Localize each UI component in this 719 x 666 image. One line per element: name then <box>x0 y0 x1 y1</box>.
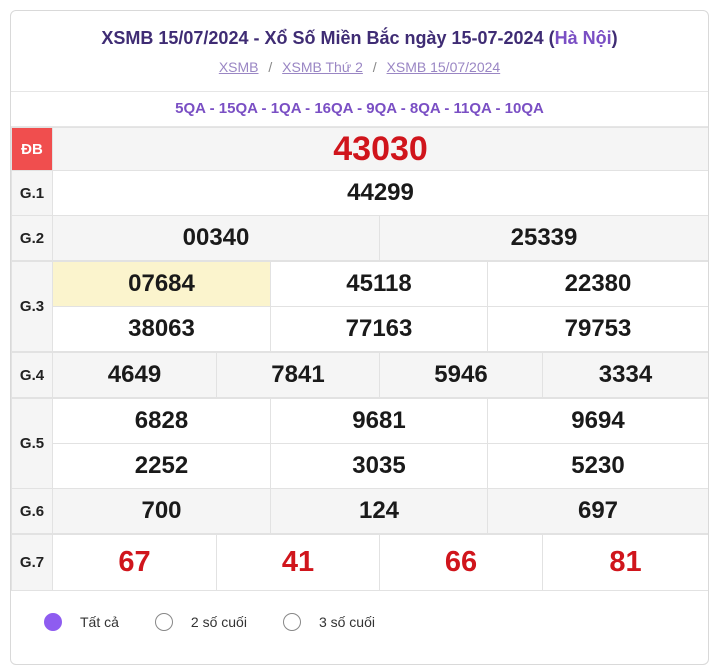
filter-option-last-3[interactable]: 3 số cuối <box>282 613 375 631</box>
prize-label-g5: G.5 <box>11 398 53 489</box>
special-prize-number: 43030 <box>51 127 708 171</box>
prize-number: 5230 <box>487 443 708 489</box>
prize-label-db: ĐB <box>11 127 53 171</box>
results-table-3col: G.3 07684 45118 22380 38063 77163 79753 <box>11 261 708 352</box>
prize-number: 3334 <box>542 352 708 398</box>
breadcrumb-separator: / <box>268 59 273 75</box>
prize-number: 79753 <box>487 306 708 352</box>
breadcrumb-link-date[interactable]: XSMB 15/07/2024 <box>387 59 501 75</box>
prize-number: 22380 <box>487 261 708 307</box>
prize-number: 38063 <box>52 306 271 352</box>
page-title: XSMB 15/07/2024 - Xổ Số Miền Bắc ngày 15… <box>11 11 708 49</box>
radio-icon[interactable] <box>282 613 301 631</box>
prize-row-g3: G.3 07684 45118 22380 <box>11 261 708 352</box>
prize-label-g2: G.2 <box>11 215 53 261</box>
title-paren-close: ) <box>611 28 618 48</box>
prize-number: 700 <box>52 488 271 534</box>
prize-row-g5: G.5 6828 9681 9694 <box>11 398 708 489</box>
filter-option-last-2[interactable]: 2 số cuối <box>154 613 247 631</box>
title-province-link[interactable]: Hà Nội <box>555 28 612 48</box>
filter-option-all[interactable]: Tất cả <box>44 613 119 631</box>
prize-number: 697 <box>487 488 708 534</box>
radio-icon[interactable] <box>154 613 173 631</box>
prize-number: 41 <box>216 534 380 591</box>
prize-row-g2: G.2 00340 25339 <box>11 215 708 261</box>
breadcrumb-separator: / <box>372 59 377 75</box>
results-table-3col-b: G.5 6828 9681 9694 2252 3035 5230 G.6 70… <box>11 398 708 534</box>
prize-number: 00340 <box>52 215 380 261</box>
prize-row-g3b: 38063 77163 79753 <box>12 306 708 352</box>
results-table-4col: G.4 4649 7841 5946 3334 <box>11 352 708 398</box>
prize-number: 2252 <box>52 443 271 489</box>
breadcrumb-link-xsmb[interactable]: XSMB <box>219 59 259 75</box>
results-table-4col-b: G.7 67 41 66 81 <box>11 534 708 591</box>
title-main: XSMB 15/07/2024 - Xổ Số Miền Bắc ngày 15… <box>101 28 544 48</box>
prize-label-g6: G.6 <box>11 488 53 534</box>
filter-option-label: 3 số cuối <box>318 614 375 630</box>
results-card: XSMB 15/07/2024 - Xổ Số Miền Bắc ngày 15… <box>10 10 709 665</box>
prize-label-g1: G.1 <box>11 170 53 216</box>
prize-number: 3035 <box>270 443 488 489</box>
prize-number: 77163 <box>270 306 488 352</box>
prize-number: 44299 <box>51 170 708 216</box>
prize-row-g7: G.7 67 41 66 81 <box>11 534 708 591</box>
prize-row-g4: G.4 4649 7841 5946 3334 <box>11 352 708 398</box>
prize-number: 7841 <box>216 352 380 398</box>
prize-number: 9694 <box>487 398 708 444</box>
breadcrumb-link-weekday[interactable]: XSMB Thứ 2 <box>282 59 363 75</box>
prize-row-db: ĐB 43030 <box>11 127 708 171</box>
radio-selected-icon[interactable] <box>44 613 62 631</box>
prize-number: 81 <box>542 534 708 591</box>
ticket-codes: 5QA - 15QA - 1QA - 16QA - 9QA - 8QA - 11… <box>11 92 708 127</box>
filter-option-label: Tất cả <box>80 614 119 630</box>
prize-number: 124 <box>270 488 488 534</box>
prize-number: 66 <box>379 534 543 591</box>
prize-row-g6: G.6 700 124 697 <box>11 488 708 534</box>
prize-row-g1: G.1 44299 <box>11 170 708 216</box>
results-table: ĐB 43030 G.1 44299 G.2 00340 25339 <box>11 127 708 261</box>
prize-number: 5946 <box>379 352 543 398</box>
prize-label-g4: G.4 <box>11 352 53 398</box>
prize-number: 67 <box>52 534 217 591</box>
prize-label-g7: G.7 <box>11 534 53 591</box>
results-header: XSMB 15/07/2024 - Xổ Số Miền Bắc ngày 15… <box>11 11 708 92</box>
filter-option-label: 2 số cuối <box>190 614 247 630</box>
prize-number: 07684 <box>52 261 271 307</box>
digit-filter: Tất cả 2 số cuối 3 số cuối <box>11 591 708 653</box>
prize-row-g5b: 2252 3035 5230 <box>12 443 708 489</box>
prize-number: 25339 <box>378 215 708 261</box>
prize-number: 9681 <box>270 398 488 444</box>
prize-number: 6828 <box>52 398 271 444</box>
breadcrumb: XSMB / XSMB Thứ 2 / XSMB 15/07/2024 <box>11 59 708 75</box>
prize-label-g3: G.3 <box>11 261 53 352</box>
prize-number: 4649 <box>52 352 217 398</box>
prize-number: 45118 <box>270 261 488 307</box>
